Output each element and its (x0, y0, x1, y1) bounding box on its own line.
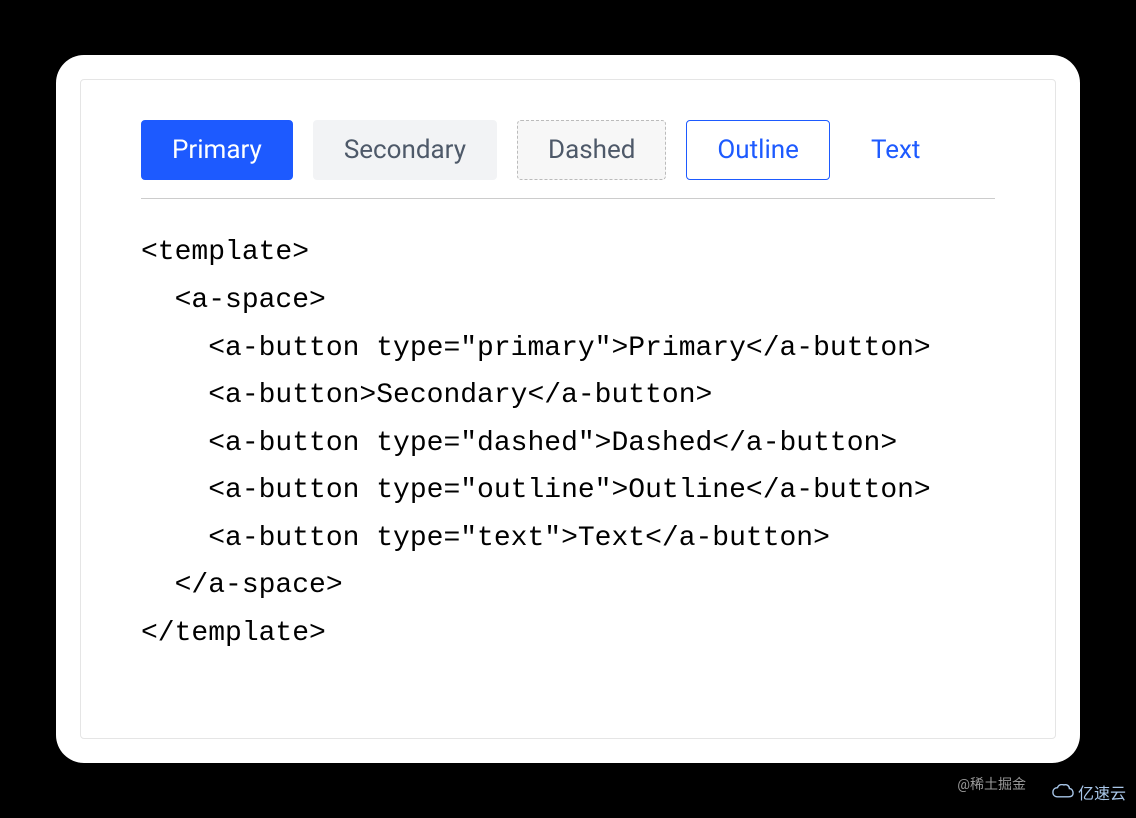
primary-button[interactable]: Primary (141, 120, 293, 180)
code-line: <a-button>Secondary</a-button> (141, 372, 995, 420)
dashed-button[interactable]: Dashed (517, 120, 666, 180)
code-line: <a-button type="outline">Outline</a-butt… (141, 467, 995, 515)
code-line: <a-button type="text">Text</a-button> (141, 515, 995, 563)
code-line: <template> (141, 229, 995, 277)
code-line: <a-space> (141, 277, 995, 325)
watermark-label: 亿速云 (1078, 780, 1126, 804)
content-panel: Primary Secondary Dashed Outline Text <t… (80, 79, 1056, 738)
watermark-yisuyun: 亿速云 (1052, 780, 1126, 804)
code-line: <a-button type="primary">Primary</a-butt… (141, 325, 995, 373)
document-card: Primary Secondary Dashed Outline Text <t… (56, 55, 1080, 762)
watermark-juejin: @稀土掘金 (957, 774, 1026, 794)
code-line: <a-button type="dashed">Dashed</a-button… (141, 420, 995, 468)
code-line: </a-space> (141, 562, 995, 610)
button-demo-row: Primary Secondary Dashed Outline Text (141, 120, 995, 199)
text-button[interactable]: Text (850, 120, 941, 180)
code-line: </template> (141, 610, 995, 658)
secondary-button[interactable]: Secondary (313, 120, 497, 180)
outline-button[interactable]: Outline (686, 120, 830, 180)
code-example: <template> <a-space> <a-button type="pri… (141, 229, 995, 657)
cloud-icon (1052, 784, 1074, 800)
